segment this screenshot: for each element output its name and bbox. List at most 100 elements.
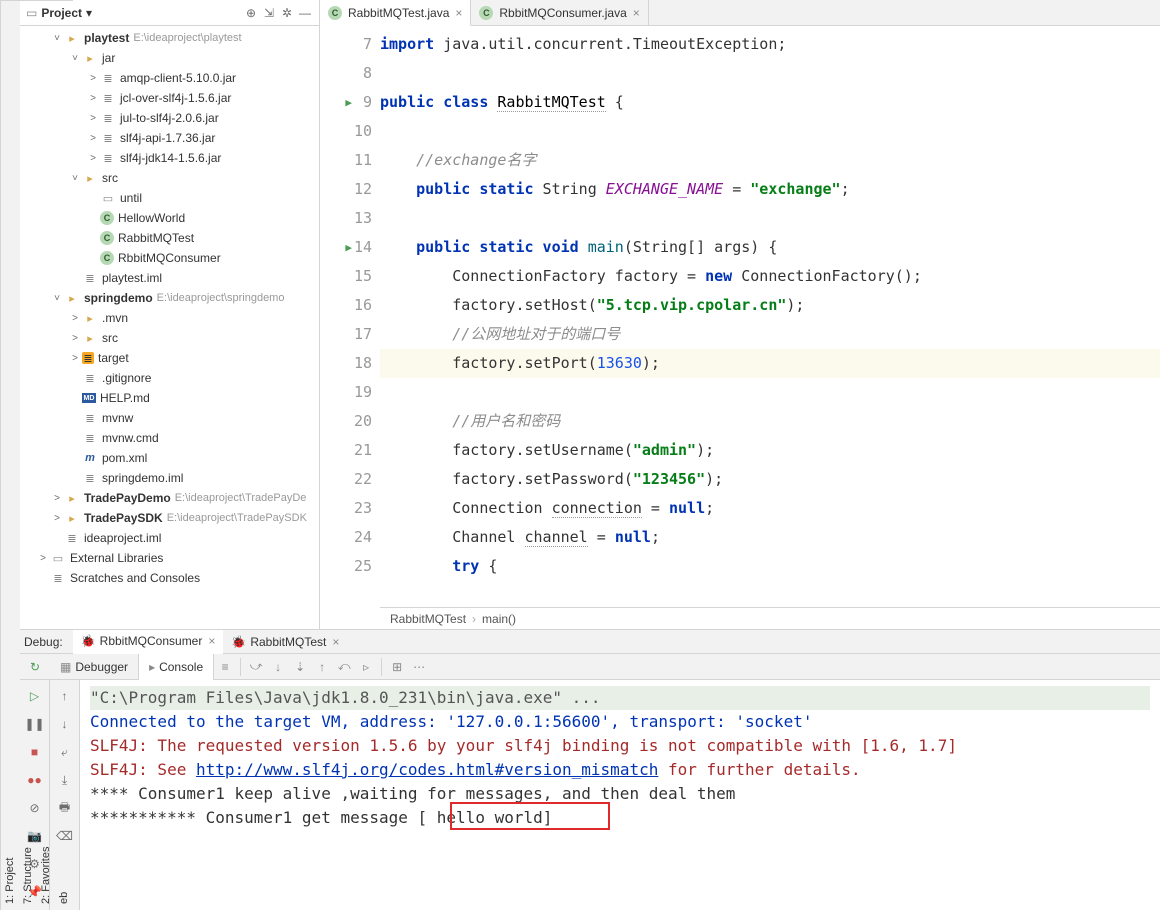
- line-number[interactable]: 12: [320, 175, 380, 204]
- line-number[interactable]: 17: [320, 320, 380, 349]
- run-gutter-icon[interactable]: ▶: [345, 233, 352, 262]
- console-tab[interactable]: ▸Console: [138, 654, 214, 680]
- tab-label: RabbitMQTest.java: [348, 6, 449, 20]
- file-icon: ≣: [82, 370, 98, 386]
- tree-twisty[interactable]: ˃: [86, 113, 100, 124]
- tree-label: .mvn: [102, 311, 128, 325]
- expand-icon[interactable]: ⇲: [261, 5, 277, 21]
- line-number[interactable]: 21: [320, 436, 380, 465]
- run-gutter-icon[interactable]: ▶: [345, 88, 352, 117]
- code-line[interactable]: //公网地址对于的端口号: [380, 320, 1160, 349]
- code-line[interactable]: ConnectionFactory factory = new Connecti…: [380, 262, 1160, 291]
- code-line[interactable]: factory.setPassword("123456");: [380, 465, 1160, 494]
- tree-label: target: [98, 351, 129, 365]
- breadcrumb-class[interactable]: RabbitMQTest: [390, 612, 466, 626]
- code-line[interactable]: Connection connection = null;: [380, 494, 1160, 523]
- line-number[interactable]: 13: [320, 204, 380, 233]
- project-dropdown[interactable]: ▾: [86, 6, 92, 20]
- code-line[interactable]: factory.setPort(13630);: [380, 349, 1160, 378]
- step-out-icon[interactable]: ↑: [311, 656, 333, 678]
- editor-tab[interactable]: CRabbitMQTest.java×: [320, 0, 471, 26]
- console-line: "C:\Program Files\Java\jdk1.8.0_231\bin\…: [90, 686, 1150, 710]
- gear-icon[interactable]: ✲: [279, 5, 295, 21]
- step-into-icon[interactable]: ↓: [267, 656, 289, 678]
- line-number[interactable]: 8: [320, 59, 380, 88]
- file-icon: ≣: [82, 430, 98, 446]
- vtab-web[interactable]: eb: [55, 0, 73, 910]
- line-number[interactable]: 23: [320, 494, 380, 523]
- vtab-structure[interactable]: 7: Structure: [19, 0, 37, 910]
- line-number[interactable]: 16: [320, 291, 380, 320]
- vtab-favorites[interactable]: 2: Favorites: [37, 0, 55, 910]
- code-line[interactable]: try {: [380, 552, 1160, 581]
- line-number[interactable]: 15: [320, 262, 380, 291]
- tree-path: E:\ideaproject\playtest: [133, 32, 241, 44]
- code-line[interactable]: Channel channel = null;: [380, 523, 1160, 552]
- code-line[interactable]: //用户名和密码: [380, 407, 1160, 436]
- code-line[interactable]: [380, 378, 1160, 407]
- tree-label: amqp-client-5.10.0.jar: [120, 71, 236, 85]
- console-line: *********** Consumer1 get message [ hell…: [90, 806, 1150, 830]
- trace-icon[interactable]: ⋯: [408, 656, 430, 678]
- code-line[interactable]: //exchange名字: [380, 146, 1160, 175]
- code-line[interactable]: factory.setUsername("admin");: [380, 436, 1160, 465]
- close-icon[interactable]: ×: [332, 635, 339, 649]
- breadcrumb[interactable]: RabbitMQTest › main(): [380, 607, 1160, 629]
- code-line[interactable]: public class RabbitMQTest {: [380, 88, 1160, 117]
- console-output[interactable]: "C:\Program Files\Java\jdk1.8.0_231\bin\…: [80, 680, 1160, 910]
- highlight-box: [450, 802, 610, 830]
- line-number[interactable]: 11: [320, 146, 380, 175]
- line-number[interactable]: 25: [320, 552, 380, 581]
- tree-twisty[interactable]: ˃: [86, 133, 100, 144]
- file-icon: ≣: [100, 90, 116, 106]
- threads-icon[interactable]: ≡: [214, 656, 236, 678]
- debug-config-tab[interactable]: 🐞RabbitMQTest×: [223, 630, 347, 654]
- tree-label: jcl-over-slf4j-1.5.6.jar: [120, 91, 231, 105]
- breadcrumb-method[interactable]: main(): [482, 612, 516, 626]
- cls-icon: C: [100, 231, 114, 245]
- tree-twisty[interactable]: ˃: [86, 153, 100, 164]
- tree-label: TradePaySDK: [84, 511, 163, 525]
- tree-label: springdemo.iml: [102, 471, 183, 485]
- editor-tab[interactable]: CRbbitMQConsumer.java×: [471, 0, 648, 25]
- tree-twisty[interactable]: ˃: [86, 73, 100, 84]
- step-over-icon[interactable]: ⤻: [245, 656, 267, 678]
- run-to-cursor-icon[interactable]: ▹: [355, 656, 377, 678]
- tree-label: mvnw.cmd: [102, 431, 159, 445]
- line-number[interactable]: 7: [320, 30, 380, 59]
- tree-path: E:\ideaproject\springdemo: [157, 292, 285, 304]
- evaluate-icon[interactable]: ⊞: [386, 656, 408, 678]
- tree-label: TradePayDemo: [84, 491, 171, 505]
- line-number[interactable]: 18: [320, 349, 380, 378]
- close-icon[interactable]: ×: [633, 6, 640, 20]
- locate-icon[interactable]: ⊕: [243, 5, 259, 21]
- line-number[interactable]: ▶9: [320, 88, 380, 117]
- close-icon[interactable]: ×: [208, 634, 215, 648]
- debug-config-tab[interactable]: 🐞RbbitMQConsumer×: [73, 630, 224, 654]
- close-icon[interactable]: ×: [455, 6, 462, 20]
- pom-icon: m: [82, 450, 98, 466]
- code-line[interactable]: [380, 117, 1160, 146]
- tree-label: HellowWorld: [118, 211, 185, 225]
- cls-icon: C: [100, 251, 114, 265]
- force-step-icon[interactable]: ⇣: [289, 656, 311, 678]
- line-number[interactable]: ▶14: [320, 233, 380, 262]
- code-line[interactable]: factory.setHost("5.tcp.vip.cpolar.cn");: [380, 291, 1160, 320]
- line-number[interactable]: 24: [320, 523, 380, 552]
- code-line[interactable]: import java.util.concurrent.TimeoutExcep…: [380, 30, 1160, 59]
- code-line[interactable]: public static void main(String[] args) {: [380, 233, 1160, 262]
- code-line[interactable]: [380, 204, 1160, 233]
- line-number[interactable]: 10: [320, 117, 380, 146]
- line-number[interactable]: 22: [320, 465, 380, 494]
- code-area[interactable]: import java.util.concurrent.TimeoutExcep…: [380, 26, 1160, 607]
- drop-frame-icon[interactable]: ⤺: [333, 656, 355, 678]
- tree-twisty[interactable]: ˃: [86, 93, 100, 104]
- line-number[interactable]: 20: [320, 407, 380, 436]
- line-number[interactable]: 19: [320, 378, 380, 407]
- vtab-project[interactable]: 1: Project: [1, 0, 19, 910]
- cls-icon: C: [100, 211, 114, 225]
- hide-icon[interactable]: —: [297, 5, 313, 21]
- code-line[interactable]: [380, 59, 1160, 88]
- tree-label: pom.xml: [102, 451, 147, 465]
- code-line[interactable]: public static String EXCHANGE_NAME = "ex…: [380, 175, 1160, 204]
